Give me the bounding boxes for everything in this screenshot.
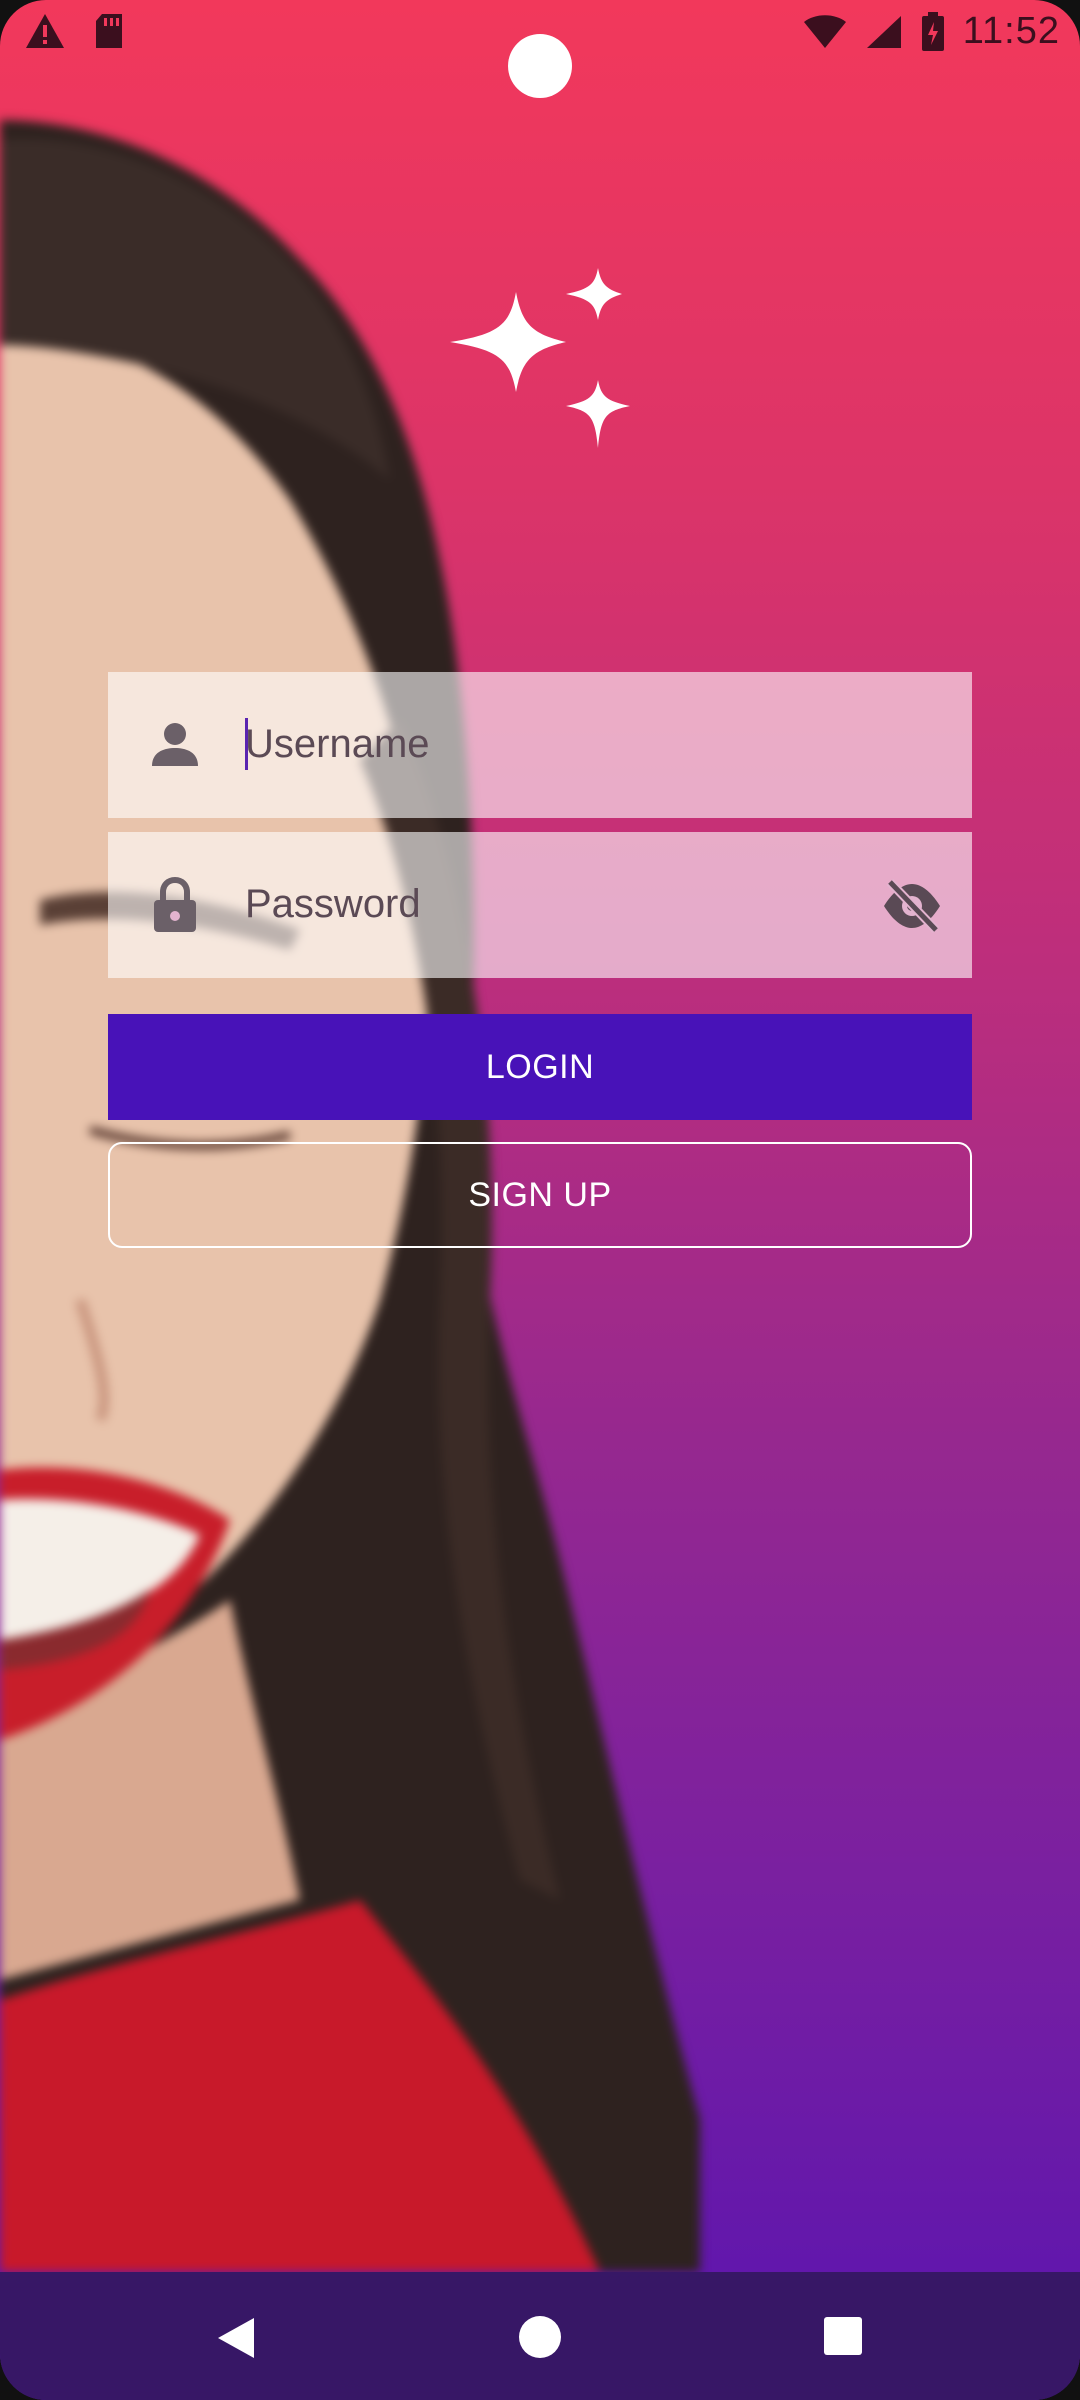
login-screen: 11:52 Username Password LOGIN SIGN UP [0, 0, 1080, 2400]
username-placeholder: Username [245, 722, 430, 766]
sign-up-button[interactable]: SIGN UP [108, 1142, 972, 1248]
password-placeholder: Password [245, 882, 421, 926]
username-field[interactable]: Username [108, 672, 972, 818]
login-button[interactable]: LOGIN [108, 1014, 972, 1120]
wifi-icon [803, 14, 846, 48]
home-icon[interactable] [519, 2316, 561, 2358]
battery-charging-icon [921, 11, 944, 51]
recents-icon[interactable] [824, 2317, 862, 2355]
person-icon [152, 723, 198, 766]
sparkles-icon [450, 268, 630, 448]
password-field[interactable]: Password [108, 832, 972, 978]
eye-off-icon[interactable] [882, 876, 942, 936]
camera-cutout [508, 34, 572, 98]
status-time: 11:52 [962, 10, 1060, 52]
sd-card-icon [96, 14, 122, 48]
lock-icon [154, 876, 196, 932]
back-icon[interactable] [214, 2316, 258, 2360]
signal-icon [866, 15, 901, 48]
alert-icon [26, 14, 64, 48]
